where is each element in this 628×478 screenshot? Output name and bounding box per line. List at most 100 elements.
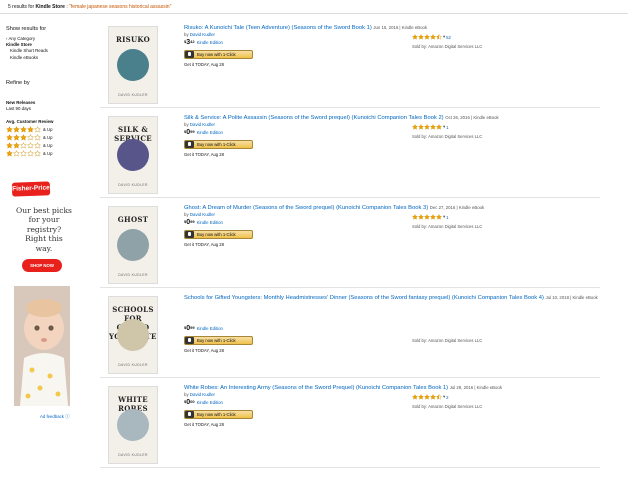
price-cents: 00: [190, 399, 195, 404]
book-cover[interactable]: SILK & SERVICEDAVID KUDLER: [108, 116, 158, 194]
ad-baby-photo: [14, 286, 70, 406]
star-icon: [34, 133, 41, 141]
book-title-link[interactable]: Risuko: A Kunoichi Tale (Teen Adventure)…: [184, 24, 604, 32]
delivery-info: Get it TODAY, Aug 28: [184, 348, 224, 353]
star-icon: [34, 125, 41, 133]
rating[interactable]: ▾ 1: [412, 214, 449, 220]
star-icon: [34, 141, 41, 149]
star-icon: [20, 141, 27, 149]
buy-button-label: Buy now with 1-Click: [197, 232, 236, 237]
click-hand-icon: [185, 337, 194, 344]
buy-button-label: Buy now with 1-Click: [197, 52, 236, 57]
format-link[interactable]: Kindle Edition: [197, 326, 223, 331]
search-result: SILK & SERVICEDAVID KUDLER Silk & Service…: [100, 110, 600, 198]
ad-shop-now-button[interactable]: SHOP NOW: [22, 259, 62, 272]
chevron-down-icon: ▾: [443, 214, 446, 219]
book-title-link[interactable]: Ghost: A Dream of Murder (Seasons of the…: [184, 204, 604, 212]
rating-count: 2: [446, 394, 449, 400]
review-filter-row[interactable]: & Up: [6, 125, 86, 133]
star-icon: [436, 394, 442, 400]
buy-now-1click-button[interactable]: Buy now with 1-Click: [184, 140, 253, 149]
author-link[interactable]: David Kudler: [190, 392, 215, 397]
star-rating: [412, 214, 442, 220]
price-cents: 99: [190, 325, 195, 330]
book-cover[interactable]: SCHOOLS FOR GIFTED YOUNGSTERSDAVID KUDLE…: [108, 296, 158, 374]
book-title-link[interactable]: White Robes: An Interesting Army (Season…: [184, 384, 604, 392]
book-title-link[interactable]: Schools for Gifted Youngsters: Monthly H…: [184, 294, 604, 302]
book-meta: Jul 10, 2018 | Kindle eBook: [545, 295, 598, 300]
review-filter-label: & Up: [43, 134, 53, 140]
format-link[interactable]: Kindle Edition: [197, 400, 223, 405]
new-releases-section: New Releases Last 90 days: [6, 96, 35, 112]
book-title-link[interactable]: Silk & Service: A Polite Assassin (Seaso…: [184, 114, 604, 122]
format-link[interactable]: Kindle Edition: [197, 220, 223, 225]
price: $099 Kindle Edition: [184, 325, 223, 332]
author-line: by David Kudler: [184, 122, 215, 127]
buy-now-1click-button[interactable]: Buy now with 1-Click: [184, 50, 253, 59]
book-cover[interactable]: GHOST DAVID KUDLER: [108, 206, 158, 284]
buy-button-label: Buy now with 1-Click: [197, 338, 236, 343]
buy-now-1click-button[interactable]: Buy now with 1-Click: [184, 410, 253, 419]
book-cover[interactable]: WHITE ROBESDAVID KUDLER: [108, 386, 158, 464]
results-count: 5 results for: [8, 4, 35, 10]
star-icon: [34, 149, 41, 157]
star-icon: [6, 141, 13, 149]
book-title: Risuko: A Kunoichi Tale (Teen Adventure)…: [184, 25, 372, 31]
star-rating: [6, 141, 41, 149]
cover-author: DAVID KUDLER: [118, 183, 148, 187]
star-icon: [27, 133, 34, 141]
star-icon: [27, 125, 34, 133]
book-title: White Robes: An Interesting Army (Season…: [184, 385, 449, 391]
sidebar-department: Show results for ‹ Any Category Kindle S…: [6, 26, 86, 61]
rating-count: 1: [446, 124, 449, 130]
star-icon: [436, 34, 442, 40]
sidebar-title: Show results for: [6, 26, 47, 32]
book-title: Silk & Service: A Polite Assassin (Seaso…: [184, 115, 444, 121]
author-link[interactable]: David Kudler: [190, 122, 215, 127]
ad-feedback-label: Ad feedback: [40, 414, 64, 419]
review-filter-row[interactable]: & Up: [6, 141, 86, 149]
price-cents: 42: [190, 39, 195, 44]
rating[interactable]: ▾ 52: [412, 34, 451, 40]
sponsored-ad[interactable]: Fisher-Price Our best picks for your reg…: [10, 178, 72, 410]
delivery-info: Get it TODAY, Aug 28: [184, 62, 224, 67]
search-result: RISUKO DAVID KUDLER Risuko: A Kunoichi Tal…: [100, 20, 600, 108]
buy-button-label: Buy now with 1-Click: [197, 412, 236, 417]
search-result: SCHOOLS FOR GIFTED YOUNGSTERSDAVID KUDLE…: [100, 290, 600, 378]
buy-now-1click-button[interactable]: Buy now with 1-Click: [184, 230, 253, 239]
sold-by: Sold by: Amazon Digital Services LLC: [412, 134, 483, 139]
star-icon: [20, 125, 27, 133]
star-icon: [13, 133, 20, 141]
buy-now-1click-button[interactable]: Buy now with 1-Click: [184, 336, 253, 345]
refine-by-heading: Refine by: [6, 80, 30, 86]
review-filter-row[interactable]: & Up: [6, 149, 86, 157]
review-filter-row[interactable]: & Up: [6, 133, 86, 141]
format-link[interactable]: Kindle Edition: [197, 40, 223, 45]
star-icon: [436, 124, 442, 130]
search-result: GHOST DAVID KUDLER Ghost: A Dream of Murde…: [100, 200, 600, 288]
ad-brand-logo: Fisher-Price: [11, 181, 51, 197]
cover-art: [117, 409, 149, 441]
author-link[interactable]: David Kudler: [190, 32, 215, 37]
book-meta: Jul 29, 2016 | Kindle eBook: [449, 385, 502, 390]
book-cover[interactable]: RISUKO DAVID KUDLER: [108, 26, 158, 104]
click-hand-icon: [185, 141, 194, 148]
star-rating: [412, 124, 442, 130]
format-link[interactable]: Kindle Edition: [197, 130, 223, 135]
book-meta: Jun 15, 2016 | Kindle eBook: [373, 25, 428, 30]
book-meta: Dec 27, 2016 | Kindle eBook: [429, 205, 485, 210]
filter-last-90-days[interactable]: Last 90 days: [6, 106, 35, 112]
star-icon: [20, 149, 27, 157]
cover-art: [117, 229, 149, 261]
star-icon: [6, 149, 13, 157]
sidebar-item-label: Any Category: [8, 36, 36, 41]
rating[interactable]: ▾ 2: [412, 394, 449, 400]
sidebar-item-kindle-ebooks[interactable]: Kindle eBooks: [6, 55, 86, 61]
review-filter-label: & Up: [43, 126, 53, 132]
rating[interactable]: ▾ 1: [412, 124, 449, 130]
author-link[interactable]: David Kudler: [190, 212, 215, 217]
book-title: Ghost: A Dream of Murder (Seasons of the…: [184, 205, 429, 211]
cover-author: DAVID KUDLER: [118, 363, 148, 367]
ad-feedback-link[interactable]: Ad feedback ⓘ: [40, 414, 69, 420]
star-icon: [27, 149, 34, 157]
